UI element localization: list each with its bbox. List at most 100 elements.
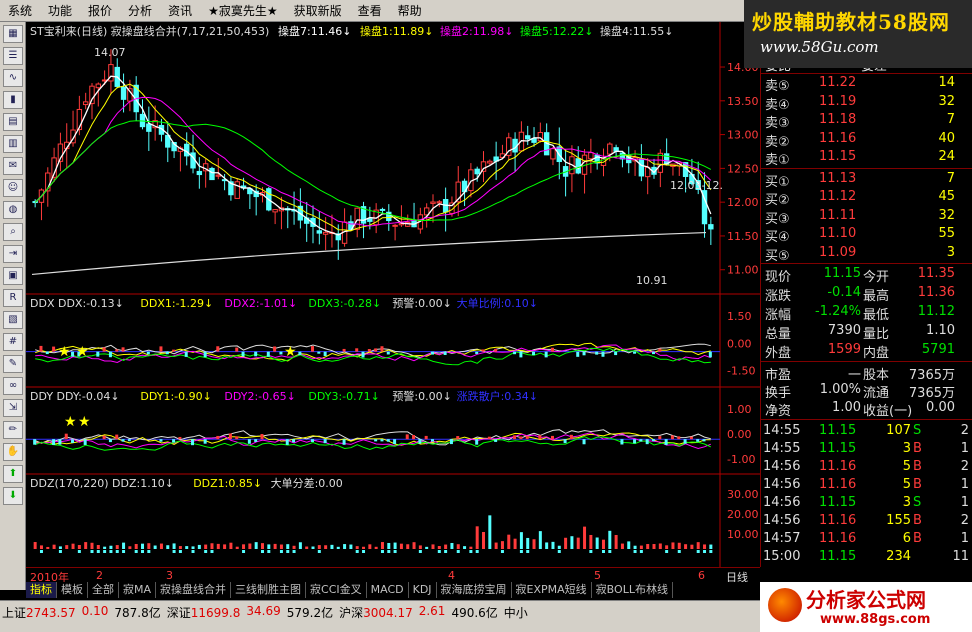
menu-item-7[interactable]: 查看 — [350, 0, 390, 22]
rsi-icon[interactable]: R — [3, 289, 23, 307]
calc-icon[interactable]: # — [3, 333, 23, 351]
bar-icon[interactable]: ▮ — [3, 91, 23, 109]
down-arrow-icon[interactable]: ⬇ — [3, 487, 23, 505]
ddz-bar — [387, 542, 391, 549]
up-arrow-icon[interactable]: ⬆ — [3, 465, 23, 483]
ddx-bar — [279, 351, 283, 355]
ddz-neg-bar — [608, 550, 612, 553]
menu-item-6[interactable]: 获取新版 — [286, 0, 350, 22]
tick-trade-row: 15:00 11.15 234 11 — [761, 548, 972, 567]
ddz-neg-bar — [122, 550, 126, 553]
chart-icon[interactable]: ▦ — [3, 25, 23, 43]
candle-body — [272, 209, 278, 213]
list-icon[interactable]: ☰ — [3, 47, 23, 65]
indicator-tab[interactable]: 寂操盘线合并 — [156, 582, 232, 598]
fundamental-row: 市盈一股本 7365万 — [761, 363, 972, 383]
ddx-bar — [475, 351, 479, 354]
candle-body — [487, 160, 493, 164]
indicator-icon[interactable]: ▧ — [3, 311, 23, 329]
ddy-bar — [430, 439, 434, 442]
window-icon[interactable]: ▣ — [3, 267, 23, 285]
ddz-bar — [317, 545, 321, 549]
ddy-bar — [386, 439, 390, 442]
indicator-tab[interactable]: 全部 — [88, 582, 119, 598]
ddy-bar — [494, 439, 498, 442]
tick-side: B — [913, 513, 922, 528]
tick-count: 2 — [960, 423, 969, 438]
ddz-bar — [601, 539, 605, 549]
table-icon[interactable]: ▤ — [3, 113, 23, 131]
menu-item-2[interactable]: 报价 — [80, 0, 120, 22]
doc-icon[interactable]: ▥ — [3, 135, 23, 153]
tick-volume: 5 — [902, 477, 911, 492]
tick-price: 11.16 — [819, 477, 857, 492]
ddz-neg-bar — [103, 550, 107, 553]
ddz-bar — [103, 546, 107, 549]
price-tick-label: 12.00 — [727, 196, 759, 209]
exit-icon[interactable]: ⇥ — [3, 245, 23, 263]
sell-level-price: 11.15 — [819, 149, 857, 164]
ddz-bar — [589, 534, 593, 549]
sell-level-row: 卖④ 11.19 32 — [761, 93, 972, 113]
status-item: 490.6亿 — [451, 604, 497, 621]
people-icon[interactable]: ☺ — [3, 179, 23, 197]
brand-url: www.88gs.com — [820, 612, 931, 627]
pen-icon[interactable]: ✏ — [3, 421, 23, 439]
menu-item-5[interactable]: ★寂寞先生★ — [200, 0, 286, 22]
stat-value: 11.12 — [917, 304, 955, 319]
ddz-neg-bar — [141, 550, 145, 553]
indicator-tab[interactable]: 寂海底捞宝周 — [437, 582, 512, 598]
ddz-bar — [406, 544, 410, 549]
indicator-tab[interactable]: KDJ — [409, 582, 437, 598]
search-icon[interactable]: ⌕ — [3, 223, 23, 241]
indicator-tab[interactable]: 寂EXPMA短线 — [512, 582, 592, 598]
menu-item-4[interactable]: 资讯 — [160, 0, 200, 22]
ddx-bar — [311, 346, 315, 352]
sell-level-label: 卖⑤ — [765, 79, 790, 94]
ddz-tick-label: 30.00 — [727, 488, 759, 501]
ddz-neg-bar — [519, 550, 523, 553]
tick-time: 14:55 — [763, 441, 801, 456]
ddz-bar — [33, 542, 37, 549]
tick-time: 15:00 — [763, 549, 801, 564]
menu-item-1[interactable]: 功能 — [40, 0, 80, 22]
ddx-tick-label: 1.50 — [727, 310, 752, 323]
kline-chart-svg[interactable]: 14.0013.5013.0012.5012.0011.5011.00ST宝利来… — [26, 22, 760, 567]
tool-icon[interactable]: ✎ — [3, 355, 23, 373]
ddx-bar — [361, 351, 365, 358]
export-icon[interactable]: ⇲ — [3, 399, 23, 417]
buy-level-volume: 7 — [946, 170, 955, 186]
indicator-tab[interactable]: 寂MA — [119, 582, 157, 598]
ddx-bar — [481, 349, 485, 352]
link-icon[interactable]: ∞ — [3, 377, 23, 395]
line-icon[interactable]: ∿ — [3, 69, 23, 87]
indicator-tab[interactable]: 三线制胜主图 — [231, 582, 307, 598]
indicator-tab[interactable]: MACD — [367, 582, 409, 598]
ddy-legend-label: DDY1:-0.90↓ — [140, 390, 211, 403]
ma-legend-label: 操盘4:11.55↓ — [600, 24, 673, 38]
status-value: 中小 — [503, 606, 528, 620]
ddz-bar — [84, 542, 88, 549]
ddz-bar — [153, 545, 157, 549]
news-icon[interactable]: ✉ — [3, 157, 23, 175]
indicator-tab[interactable]: 指标 — [26, 582, 57, 598]
ddz-neg-bar — [134, 550, 138, 553]
sell-level-row: 卖⑤ 11.22 14 — [761, 74, 972, 94]
candle-body — [354, 207, 360, 230]
ddx-bar — [165, 351, 169, 355]
menu-item-8[interactable]: 帮助 — [390, 0, 430, 22]
chart-area[interactable]: 14.00 13.50 13.00 12.50 12.00 11.50 11.00 ST宝利来… — [26, 22, 760, 567]
tick-trade-row: 14:55 11.15 3 B 1 — [761, 440, 972, 459]
globe-icon[interactable]: ◍ — [3, 201, 23, 219]
indicator-tab[interactable]: 寂CCI金叉 — [306, 582, 367, 598]
sell-level-volume: 40 — [938, 130, 955, 146]
ddx-bar — [380, 346, 384, 352]
indicator-tab[interactable]: 模板 — [57, 582, 88, 598]
hand-icon[interactable]: ✋ — [3, 443, 23, 461]
indicator-tab[interactable]: 寂BOLL布林线 — [592, 582, 673, 598]
menu-item-3[interactable]: 分析 — [120, 0, 160, 22]
candle-body — [95, 83, 102, 89]
ddx-bar — [323, 351, 327, 357]
ddx-bar — [550, 347, 554, 352]
menu-item-0[interactable]: 系统 — [0, 0, 40, 22]
